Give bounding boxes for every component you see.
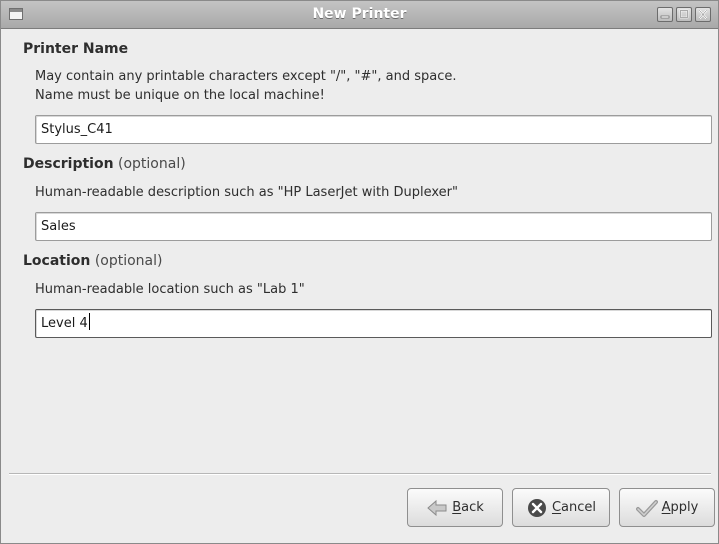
- location-hint: Human-readable location such as "Lab 1": [35, 282, 305, 297]
- printer-name-field[interactable]: Stylus_C41: [35, 115, 712, 144]
- text-caret: [88, 313, 90, 330]
- description-field[interactable]: Sales: [35, 212, 712, 241]
- printer-name-hint-line2: Name must be unique on the local machine…: [35, 88, 325, 103]
- arrow-left-icon: [426, 498, 448, 518]
- apply-label: pply: [670, 500, 699, 515]
- apply-button[interactable]: Apply: [619, 488, 715, 527]
- maximize-icon[interactable]: [676, 7, 692, 22]
- new-printer-dialog: New Printer Printer Name May contain any…: [0, 0, 719, 544]
- cancel-label: ancel: [561, 500, 597, 515]
- printer-name-heading-label: Printer Name: [23, 41, 129, 57]
- location-heading-label: Location: [23, 253, 91, 269]
- back-button[interactable]: Back: [407, 488, 503, 527]
- location-value: Level 4: [41, 316, 88, 331]
- description-optional-label: (optional): [118, 156, 186, 172]
- back-label: ack: [461, 500, 484, 515]
- description-heading-label: Description: [23, 156, 114, 172]
- printer-name-hint-line1: May contain any printable characters exc…: [35, 69, 457, 84]
- window-title: New Printer: [312, 6, 407, 22]
- button-area-separator: [9, 473, 711, 475]
- apply-mnemonic: A: [661, 500, 671, 515]
- printer-name-value: Stylus_C41: [41, 122, 113, 137]
- checkmark-icon: [635, 498, 658, 518]
- back-mnemonic: B: [452, 500, 462, 515]
- title-bar[interactable]: New Printer: [1, 1, 718, 29]
- location-heading: Location (optional): [23, 253, 163, 269]
- description-value: Sales: [41, 219, 76, 234]
- printer-name-heading: Printer Name: [23, 41, 128, 57]
- cancel-button[interactable]: Cancel: [512, 488, 610, 527]
- location-optional-label: (optional): [94, 253, 163, 269]
- description-heading: Description (optional): [23, 156, 186, 172]
- location-field[interactable]: Level 4: [35, 309, 712, 338]
- description-hint: Human-readable description such as "HP L…: [35, 185, 458, 200]
- cancel-mnemonic: C: [551, 500, 562, 515]
- cancel-x-icon: [526, 498, 548, 518]
- minimize-icon[interactable]: [657, 7, 673, 22]
- location-value-wrap: Level 4: [41, 310, 90, 337]
- close-icon[interactable]: [695, 7, 711, 22]
